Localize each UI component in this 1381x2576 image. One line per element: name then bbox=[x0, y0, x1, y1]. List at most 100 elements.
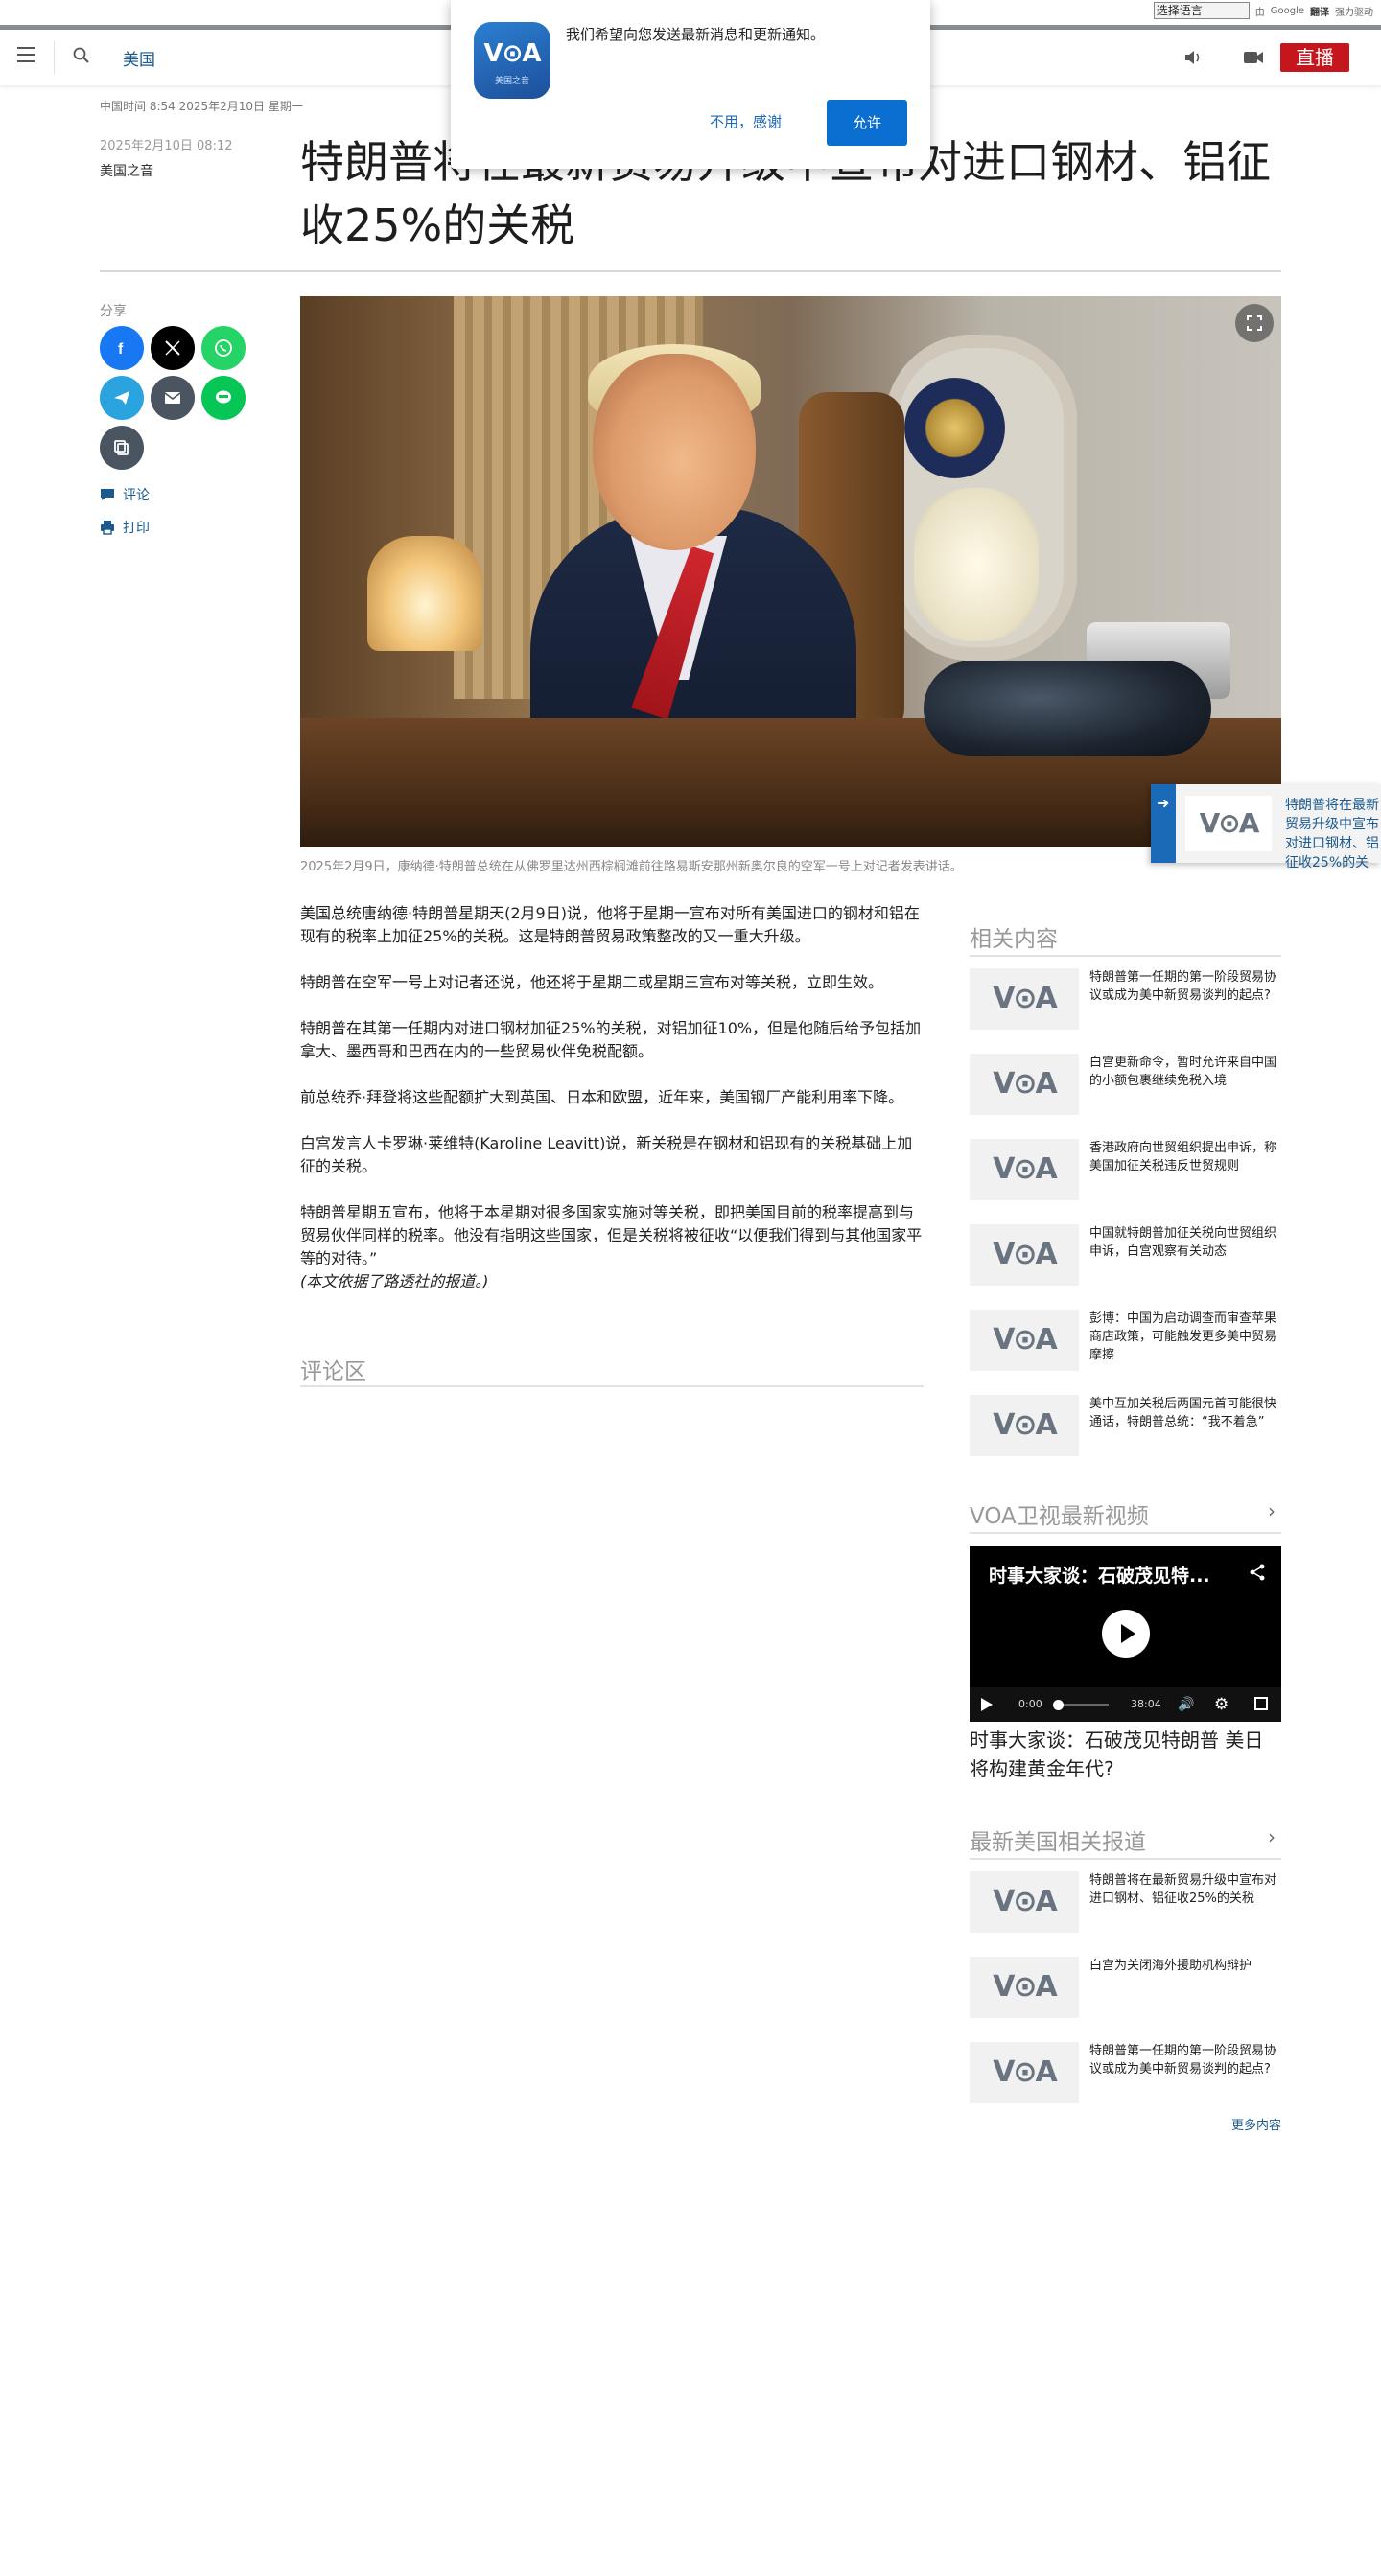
latest-item-title[interactable]: 特朗普将在最新贸易升级中宣布对进口钢材、铝征收25%的关税 bbox=[1089, 1871, 1281, 1908]
email-share-button[interactable] bbox=[151, 376, 195, 420]
total-time: 38:04 bbox=[1131, 1698, 1161, 1710]
comment-icon bbox=[101, 489, 114, 500]
seek-bar[interactable] bbox=[1057, 1704, 1109, 1706]
svg-text:f: f bbox=[118, 341, 124, 358]
related-item[interactable]: V⊙A 中国就特朗普加征关税向世贸组织申诉，白宫观察有关动态 bbox=[970, 1224, 1281, 1291]
translate-label[interactable]: 翻译 bbox=[1310, 4, 1329, 18]
source-note: (本文依据了路透社的报道。) bbox=[300, 1272, 489, 1290]
decline-button[interactable]: 不用，感谢 bbox=[710, 111, 782, 131]
video-title-overlay: 时事大家谈：石破茂见特... bbox=[989, 1566, 1210, 1587]
voa-logo: V⊙A bbox=[993, 2055, 1058, 2089]
video-controls: 0:00 38:04 🔊 ⚙ bbox=[970, 1687, 1281, 1722]
related-thumbnail: V⊙A bbox=[970, 968, 1079, 1030]
video-divider bbox=[970, 1532, 1281, 1534]
related-item-title[interactable]: 美中互加关税后两国元首可能很快通话，特朗普总统：“我不着急” bbox=[1089, 1395, 1281, 1431]
notification-prompt: V⊙A 美国之音 我们希望向您发送最新消息和更新通知。 不用，感谢 允许 bbox=[451, 0, 930, 169]
dateline: 中国时间 8:54 2025年2月10日 星期一 bbox=[100, 100, 303, 113]
facebook-share-button[interactable]: f bbox=[100, 326, 144, 370]
whatsapp-share-button[interactable] bbox=[201, 326, 246, 370]
latest-item[interactable]: V⊙A 特朗普将在最新贸易升级中宣布对进口钢材、铝征收25%的关税 bbox=[970, 1871, 1281, 1938]
share-icon[interactable] bbox=[1249, 1564, 1266, 1581]
latest-item[interactable]: V⊙A 特朗普第一任期的第一阶段贸易协议或成为美中新贸易谈判的起点? bbox=[970, 2042, 1281, 2109]
section-link[interactable]: 美国 bbox=[123, 46, 155, 70]
latest-item-title[interactable]: 特朗普第一任期的第一阶段贸易协议或成为美中新贸易谈判的起点? bbox=[1089, 2042, 1281, 2078]
facebook-icon: f bbox=[118, 341, 124, 358]
notification-message: 我们希望向您发送最新消息和更新通知。 bbox=[566, 26, 826, 43]
photo-caption: 2025年2月9日，康纳德·特朗普总统在从佛罗里达州西棕榈滩前往路易斯安那州新奥… bbox=[300, 860, 963, 874]
related-item-title[interactable]: 彭博：中国为启动调查而审查苹果商店政策，可能触发更多美中贸易摩擦 bbox=[1089, 1310, 1281, 1364]
fullscreen-icon[interactable] bbox=[1235, 304, 1274, 342]
print-icon bbox=[101, 521, 114, 535]
article-paragraph: 白宫发言人卡罗琳·莱维特(Karoline Leavitt)说，新关税是在钢材和… bbox=[300, 1134, 913, 1175]
header-divider bbox=[54, 41, 55, 74]
related-thumbnail: V⊙A bbox=[970, 1395, 1079, 1456]
video-caption[interactable]: 时事大家谈：石破茂见特朗普 美日将构建黄金年代? bbox=[970, 1726, 1281, 1783]
latest-us-heading[interactable]: 最新美国相关报道 bbox=[970, 1823, 1146, 1856]
comment-link[interactable]: 评论 bbox=[100, 485, 150, 504]
related-thumbnail: V⊙A bbox=[970, 1224, 1079, 1286]
related-item[interactable]: V⊙A 香港政府向世贸组织提出申诉，称美国加征关税违反世贸规则 bbox=[970, 1139, 1281, 1206]
big-play-button[interactable] bbox=[1102, 1610, 1150, 1658]
play-icon[interactable] bbox=[981, 1698, 993, 1711]
share-label: 分享 bbox=[100, 304, 127, 319]
app-name: 美国之音 bbox=[494, 77, 529, 86]
language-select[interactable]: 选择语言 bbox=[1153, 2, 1250, 19]
line-share-button[interactable] bbox=[201, 376, 246, 420]
video-player[interactable]: 时事大家谈：石破茂见特... 0:00 38:04 🔊 ⚙ bbox=[970, 1546, 1281, 1722]
current-time: 0:00 bbox=[1018, 1698, 1042, 1710]
search-icon[interactable] bbox=[73, 47, 90, 64]
article-paragraph: 特朗普在其第一任期内对进口钢材加征25%的关税，对铝加征10%，但是他随后给予包… bbox=[300, 1019, 922, 1060]
fullscreen-video-icon[interactable] bbox=[1254, 1697, 1268, 1710]
photo-microphone bbox=[924, 661, 1211, 756]
voa-logo: V⊙A bbox=[993, 982, 1058, 1015]
latest-divider bbox=[970, 1858, 1281, 1860]
menu-icon[interactable] bbox=[17, 47, 35, 62]
translate-widget: 选择语言 由 Google 翻译 强力驱动 bbox=[1153, 2, 1373, 19]
allow-button[interactable]: 允许 bbox=[827, 100, 907, 146]
latest-item[interactable]: V⊙A 白宫为关闭海外援助机构辩护 bbox=[970, 1957, 1281, 2024]
related-item[interactable]: V⊙A 美中互加关税后两国元首可能很快通话，特朗普总统：“我不着急” bbox=[970, 1395, 1281, 1462]
related-item[interactable]: V⊙A 白宫更新命令，暂时允许来自中国的小额包裹继续免税入境 bbox=[970, 1054, 1281, 1121]
teaser-thumbnail: V⊙A bbox=[1185, 796, 1272, 851]
chevron-right-icon[interactable]: › bbox=[1268, 1499, 1276, 1522]
telegram-share-button[interactable] bbox=[100, 376, 144, 420]
related-heading: 相关内容 bbox=[970, 927, 1058, 952]
print-label: 打印 bbox=[123, 521, 150, 536]
video-section-heading[interactable]: VOA卫视最新视频 bbox=[970, 1497, 1149, 1530]
print-link[interactable]: 打印 bbox=[100, 518, 150, 537]
related-thumbnail: V⊙A bbox=[970, 1310, 1079, 1371]
audio-icon[interactable] bbox=[1183, 49, 1203, 66]
whatsapp-icon bbox=[215, 339, 232, 357]
x-share-button[interactable] bbox=[151, 326, 195, 370]
related-item-title[interactable]: 中国就特朗普加征关税向世贸组织申诉，白宫观察有关动态 bbox=[1089, 1224, 1281, 1261]
latest-thumbnail: V⊙A bbox=[970, 2042, 1079, 2103]
voa-logo: V⊙A bbox=[993, 1323, 1058, 1357]
seek-handle[interactable] bbox=[1053, 1700, 1064, 1710]
volume-icon[interactable]: 🔊 bbox=[1178, 1697, 1194, 1712]
presidential-seal bbox=[904, 378, 1005, 478]
live-button[interactable]: 直播 bbox=[1280, 43, 1349, 72]
teaser-arrow-bar[interactable]: ➜ bbox=[1151, 784, 1176, 863]
translate-by-label: 由 bbox=[1254, 7, 1265, 18]
teaser-title[interactable]: 特朗普将在最新贸易升级中宣布对进口钢材、铝征收25%的关税 bbox=[1285, 796, 1381, 872]
logo-text: V⊙A bbox=[483, 39, 541, 68]
photo-lamp bbox=[367, 536, 482, 651]
copy-link-button[interactable] bbox=[100, 426, 144, 470]
related-item[interactable]: V⊙A 彭博：中国为启动调查而审查苹果商店政策，可能触发更多美中贸易摩擦 bbox=[970, 1310, 1281, 1377]
related-item-title[interactable]: 香港政府向世贸组织提出申诉，称美国加征关税违反世贸规则 bbox=[1089, 1139, 1281, 1175]
latest-item-title[interactable]: 白宫为关闭海外援助机构辩护 bbox=[1089, 1957, 1281, 1975]
article-photo[interactable] bbox=[300, 296, 1281, 847]
next-article-teaser[interactable]: ➜ V⊙A 特朗普将在最新贸易升级中宣布对进口钢材、铝征收25%的关税 bbox=[1151, 784, 1381, 870]
chevron-right-icon[interactable]: › bbox=[1268, 1825, 1276, 1848]
related-item-title[interactable]: 特朗普第一任期的第一阶段贸易协议或成为美中新贸易谈判的起点? bbox=[1089, 968, 1281, 1005]
video-icon[interactable] bbox=[1243, 50, 1264, 65]
latest-thumbnail: V⊙A bbox=[970, 1957, 1079, 2018]
related-item-title[interactable]: 白宫更新命令，暂时允许来自中国的小额包裹继续免税入境 bbox=[1089, 1054, 1281, 1090]
more-content-link[interactable]: 更多内容 bbox=[1231, 2115, 1281, 2133]
article-paragraph: 特朗普星期五宣布，他将于本星期对很多国家实施对等关税，即把美国目前的税率提高到与… bbox=[300, 1203, 923, 1267]
related-thumbnail: V⊙A bbox=[970, 1054, 1079, 1115]
related-item[interactable]: V⊙A 特朗普第一任期的第一阶段贸易协议或成为美中新贸易谈判的起点? bbox=[970, 968, 1281, 1035]
voa-logo: V⊙A bbox=[993, 1238, 1058, 1271]
telegram-icon bbox=[114, 391, 129, 405]
gear-icon[interactable]: ⚙ bbox=[1214, 1695, 1229, 1714]
